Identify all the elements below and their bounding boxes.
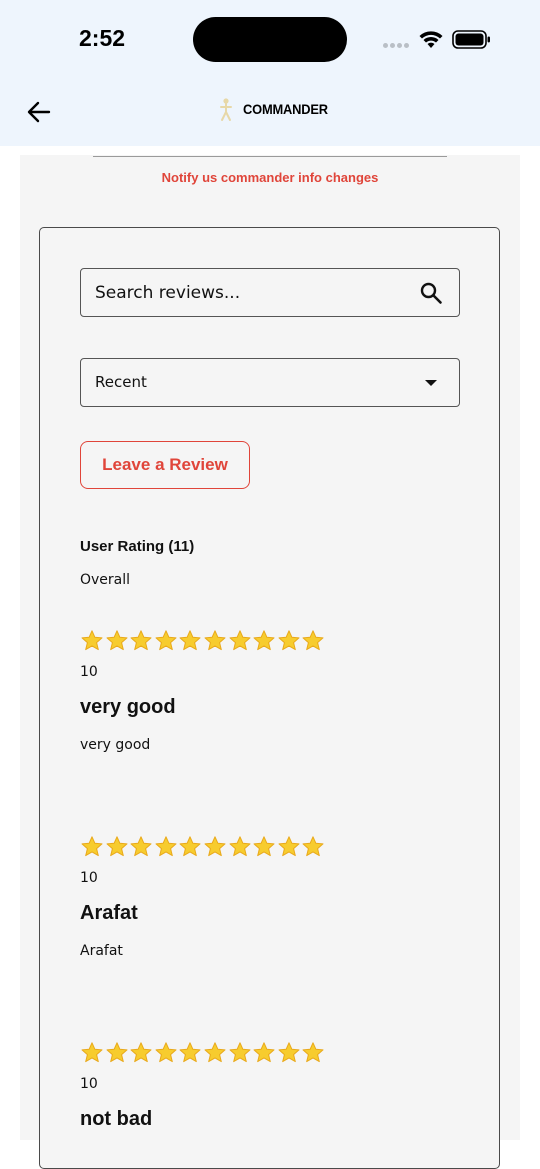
star-icon: [204, 836, 226, 857]
star-icon: [106, 630, 128, 651]
review-score: 10: [80, 664, 98, 680]
star-icon: [302, 1042, 324, 1063]
star-rating: [80, 835, 326, 859]
star-icon: [253, 836, 275, 857]
star-icon: [155, 1042, 177, 1063]
search-icon[interactable]: [419, 281, 443, 305]
user-rating-heading: User Rating (11): [80, 538, 195, 555]
star-icon: [302, 836, 324, 857]
star-icon: [81, 630, 103, 651]
star-icon: [106, 1042, 128, 1063]
star-icon: [278, 1042, 300, 1063]
star-icon: [229, 1042, 251, 1063]
sort-selected-value: Recent: [95, 373, 147, 391]
star-icon: [81, 1042, 103, 1063]
review-title: Arafat: [80, 902, 138, 924]
status-bar: 2:52: [0, 0, 540, 82]
star-icon: [253, 630, 275, 651]
status-time: 2:52: [79, 25, 126, 51]
commander-logo-icon: [220, 98, 232, 121]
star-icon: [130, 836, 152, 857]
review-title: very good: [80, 696, 176, 718]
search-input[interactable]: [95, 269, 395, 316]
commander-reviews-panel: Notify us commander info changes Recent …: [20, 155, 520, 1169]
caret-down-icon: [425, 380, 437, 386]
review-title: not bad: [80, 1108, 153, 1130]
arrow-left-icon[interactable]: [24, 97, 54, 127]
star-icon: [179, 836, 201, 857]
star-icon: [179, 1042, 201, 1063]
star-icon: [155, 836, 177, 857]
star-icon: [155, 630, 177, 651]
star-icon: [253, 1042, 275, 1063]
star-icon: [204, 630, 226, 651]
star-icon: [302, 630, 324, 651]
sort-dropdown[interactable]: Recent: [80, 358, 460, 407]
divider: [93, 156, 447, 157]
wifi-icon: [419, 31, 443, 48]
dynamic-island: [193, 17, 347, 62]
cellular-signal-icon: [383, 43, 409, 48]
star-icon: [278, 836, 300, 857]
review-score: 10: [80, 1076, 98, 1092]
overall-label: Overall: [80, 572, 131, 588]
battery-icon: [452, 30, 490, 49]
reviews-card: Recent Leave a Review User Rating (11) O…: [39, 227, 500, 1169]
notify-info-changes-link[interactable]: Notify us commander info changes: [20, 170, 520, 185]
star-icon: [130, 1042, 152, 1063]
star-rating: [80, 1041, 326, 1065]
star-icon: [229, 836, 251, 857]
star-icon: [106, 836, 128, 857]
leave-review-button[interactable]: Leave a Review: [80, 441, 250, 489]
review-body: very good: [80, 737, 151, 753]
star-icon: [229, 630, 251, 651]
review-body: Arafat: [80, 943, 123, 959]
search-reviews-box: [80, 268, 460, 317]
star-icon: [179, 630, 201, 651]
review-score: 10: [80, 870, 98, 886]
star-icon: [278, 630, 300, 651]
app-header: COMMANDER: [0, 82, 540, 146]
star-rating: [80, 629, 326, 653]
star-icon: [204, 1042, 226, 1063]
page-title: COMMANDER: [243, 101, 328, 117]
star-icon: [130, 630, 152, 651]
star-icon: [81, 836, 103, 857]
